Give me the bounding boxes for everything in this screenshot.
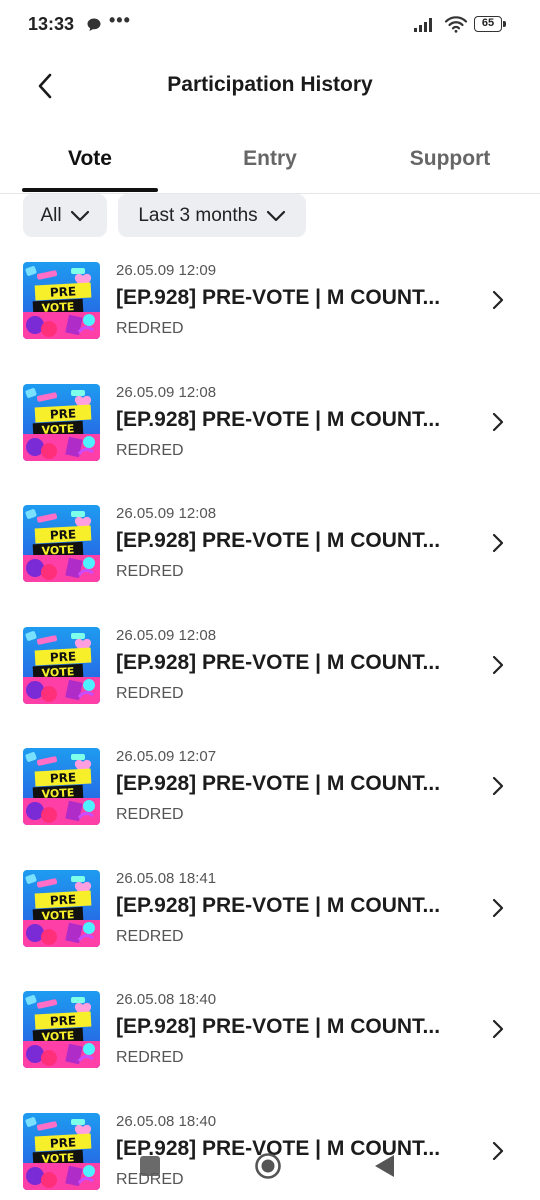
status-bar: 13:33 ••• 65 bbox=[0, 0, 540, 50]
signal-icon bbox=[414, 17, 436, 38]
pre-text: PRE bbox=[50, 770, 77, 785]
pre-text: PRE bbox=[50, 406, 77, 421]
pre-vote-thumbnail: PRE VOTE bbox=[23, 991, 100, 1068]
pre-vote-thumbnail: PRE VOTE bbox=[23, 505, 100, 582]
artist-name: REDRED bbox=[116, 927, 184, 945]
home-button[interactable] bbox=[254, 1152, 282, 1180]
artist-name: REDRED bbox=[116, 320, 184, 337]
history-list-item[interactable]: PRE VOTE 26.05.08 18:41 [EP.928] PRE-VOT… bbox=[0, 848, 540, 970]
chevron-right-icon bbox=[492, 655, 504, 674]
pre-text: PRE bbox=[50, 527, 77, 542]
tab-entry[interactable]: Entry bbox=[200, 138, 340, 192]
chevron-right-icon bbox=[492, 412, 504, 431]
vote-title: [EP.928] PRE-VOTE | M COUNT... bbox=[116, 1136, 441, 1160]
wifi-icon bbox=[444, 15, 468, 38]
participation-date: 26.05.08 18:40 bbox=[116, 991, 217, 1008]
vote-title: [EP.928] PRE-VOTE | M COUNT... bbox=[116, 286, 441, 309]
tab-bar: Vote Entry Support bbox=[0, 138, 540, 194]
status-time: 13:33 bbox=[28, 14, 75, 34]
history-list-item[interactable]: PRE VOTE 26.05.08 18:40 [EP.928] PRE-VOT… bbox=[0, 969, 540, 1091]
chevron-right-icon bbox=[492, 776, 504, 796]
tab-support[interactable]: Support bbox=[380, 138, 520, 192]
active-tab-indicator bbox=[22, 188, 158, 192]
history-list-item[interactable]: PRE VOTE 26.05.09 12:07 [EP.928] PRE-VOT… bbox=[0, 726, 540, 848]
artist-name: REDRED bbox=[116, 1049, 184, 1066]
type-filter-dropdown[interactable]: All bbox=[23, 194, 107, 237]
artist-name: REDRED bbox=[116, 684, 184, 702]
system-back-button[interactable] bbox=[372, 1152, 396, 1180]
pre-text: PRE bbox=[50, 1013, 77, 1028]
history-list-item[interactable]: PRE VOTE 26.05.08 18:40 [EP.928] PRE-VOT… bbox=[0, 1091, 540, 1200]
pre-vote-artwork: PRE VOTE bbox=[23, 262, 100, 339]
participation-history-screen: 13:33 ••• 65 Participation History Vote … bbox=[0, 0, 540, 1200]
header: Participation History bbox=[0, 56, 540, 116]
artist-name: REDRED bbox=[116, 563, 184, 580]
history-list-item[interactable]: PRE VOTE 26.05.09 12:08 [EP.928] PRE-VOT… bbox=[0, 605, 540, 727]
pre-text: PRE bbox=[50, 649, 77, 664]
vote-title: [EP.928] PRE-VOTE | M COUNT... bbox=[116, 529, 441, 552]
vote-title: [EP.928] PRE-VOTE | M COUNT... bbox=[116, 650, 441, 674]
pre-vote-artwork: PRE VOTE bbox=[23, 626, 100, 704]
pre-text: PRE bbox=[50, 1135, 77, 1150]
chat-bubble-icon bbox=[86, 17, 102, 38]
vote-title: [EP.928] PRE-VOTE | M COUNT... bbox=[116, 772, 441, 795]
chevron-down-icon bbox=[70, 210, 89, 221]
artist-name: REDRED bbox=[116, 441, 184, 459]
period-filter-dropdown[interactable]: Last 3 months bbox=[118, 194, 306, 237]
more-notifications-icon: ••• bbox=[109, 10, 131, 30]
history-list-item[interactable]: PRE VOTE 26.05.09 12:09 [EP.928] PRE-VOT… bbox=[0, 240, 540, 362]
pre-vote-artwork: PRE VOTE bbox=[23, 748, 100, 825]
chevron-right-icon bbox=[492, 1141, 504, 1160]
chevron-right-icon bbox=[492, 898, 504, 917]
pre-vote-thumbnail: PRE VOTE bbox=[23, 748, 100, 825]
participation-date: 26.05.09 12:07 bbox=[116, 748, 217, 765]
chevron-right-icon bbox=[492, 1019, 504, 1039]
pre-text: PRE bbox=[50, 284, 77, 299]
chevron-right-icon bbox=[492, 290, 504, 310]
chevron-down-icon bbox=[266, 210, 285, 221]
vote-title: [EP.928] PRE-VOTE | M COUNT... bbox=[116, 1015, 441, 1038]
pre-text: PRE bbox=[50, 892, 77, 907]
chevron-right-icon bbox=[492, 533, 504, 553]
period-filter-label: Last 3 months bbox=[138, 204, 258, 226]
participation-date: 26.05.08 18:40 bbox=[116, 1112, 217, 1130]
participation-date: 26.05.09 12:08 bbox=[116, 505, 217, 522]
page-title: Participation History bbox=[167, 73, 373, 96]
pre-vote-thumbnail: PRE VOTE bbox=[23, 262, 100, 339]
history-list-item[interactable]: PRE VOTE 26.05.09 12:08 [EP.928] PRE-VOT… bbox=[0, 362, 540, 484]
pre-vote-artwork: PRE VOTE bbox=[23, 383, 100, 461]
artist-name: REDRED bbox=[116, 806, 184, 823]
pre-vote-thumbnail: PRE VOTE bbox=[23, 626, 100, 704]
pre-vote-thumbnail: PRE VOTE bbox=[23, 869, 100, 947]
pre-vote-thumbnail: PRE VOTE bbox=[23, 1112, 100, 1190]
participation-date: 26.05.09 12:09 bbox=[116, 262, 217, 279]
pre-vote-artwork: PRE VOTE bbox=[23, 991, 100, 1068]
participation-date: 26.05.09 12:08 bbox=[116, 383, 217, 401]
participation-date: 26.05.08 18:41 bbox=[116, 869, 217, 887]
battery-icon: 65 bbox=[474, 16, 506, 32]
history-list-item[interactable]: PRE VOTE 26.05.09 12:08 [EP.928] PRE-VOT… bbox=[0, 483, 540, 605]
pre-vote-thumbnail: PRE VOTE bbox=[23, 383, 100, 461]
participation-date: 26.05.09 12:08 bbox=[116, 626, 217, 644]
home-circle-icon bbox=[255, 1153, 281, 1179]
vote-title: [EP.928] PRE-VOTE | M COUNT... bbox=[116, 407, 441, 431]
pre-vote-artwork: PRE VOTE bbox=[23, 1112, 100, 1190]
tab-vote[interactable]: Vote bbox=[22, 138, 158, 192]
type-filter-label: All bbox=[40, 204, 62, 226]
pre-vote-artwork: PRE VOTE bbox=[23, 505, 100, 582]
recent-apps-button[interactable] bbox=[140, 1156, 160, 1176]
vote-title: [EP.928] PRE-VOTE | M COUNT... bbox=[116, 893, 441, 917]
back-triangle-icon bbox=[375, 1155, 394, 1177]
pre-vote-artwork: PRE VOTE bbox=[23, 869, 100, 947]
